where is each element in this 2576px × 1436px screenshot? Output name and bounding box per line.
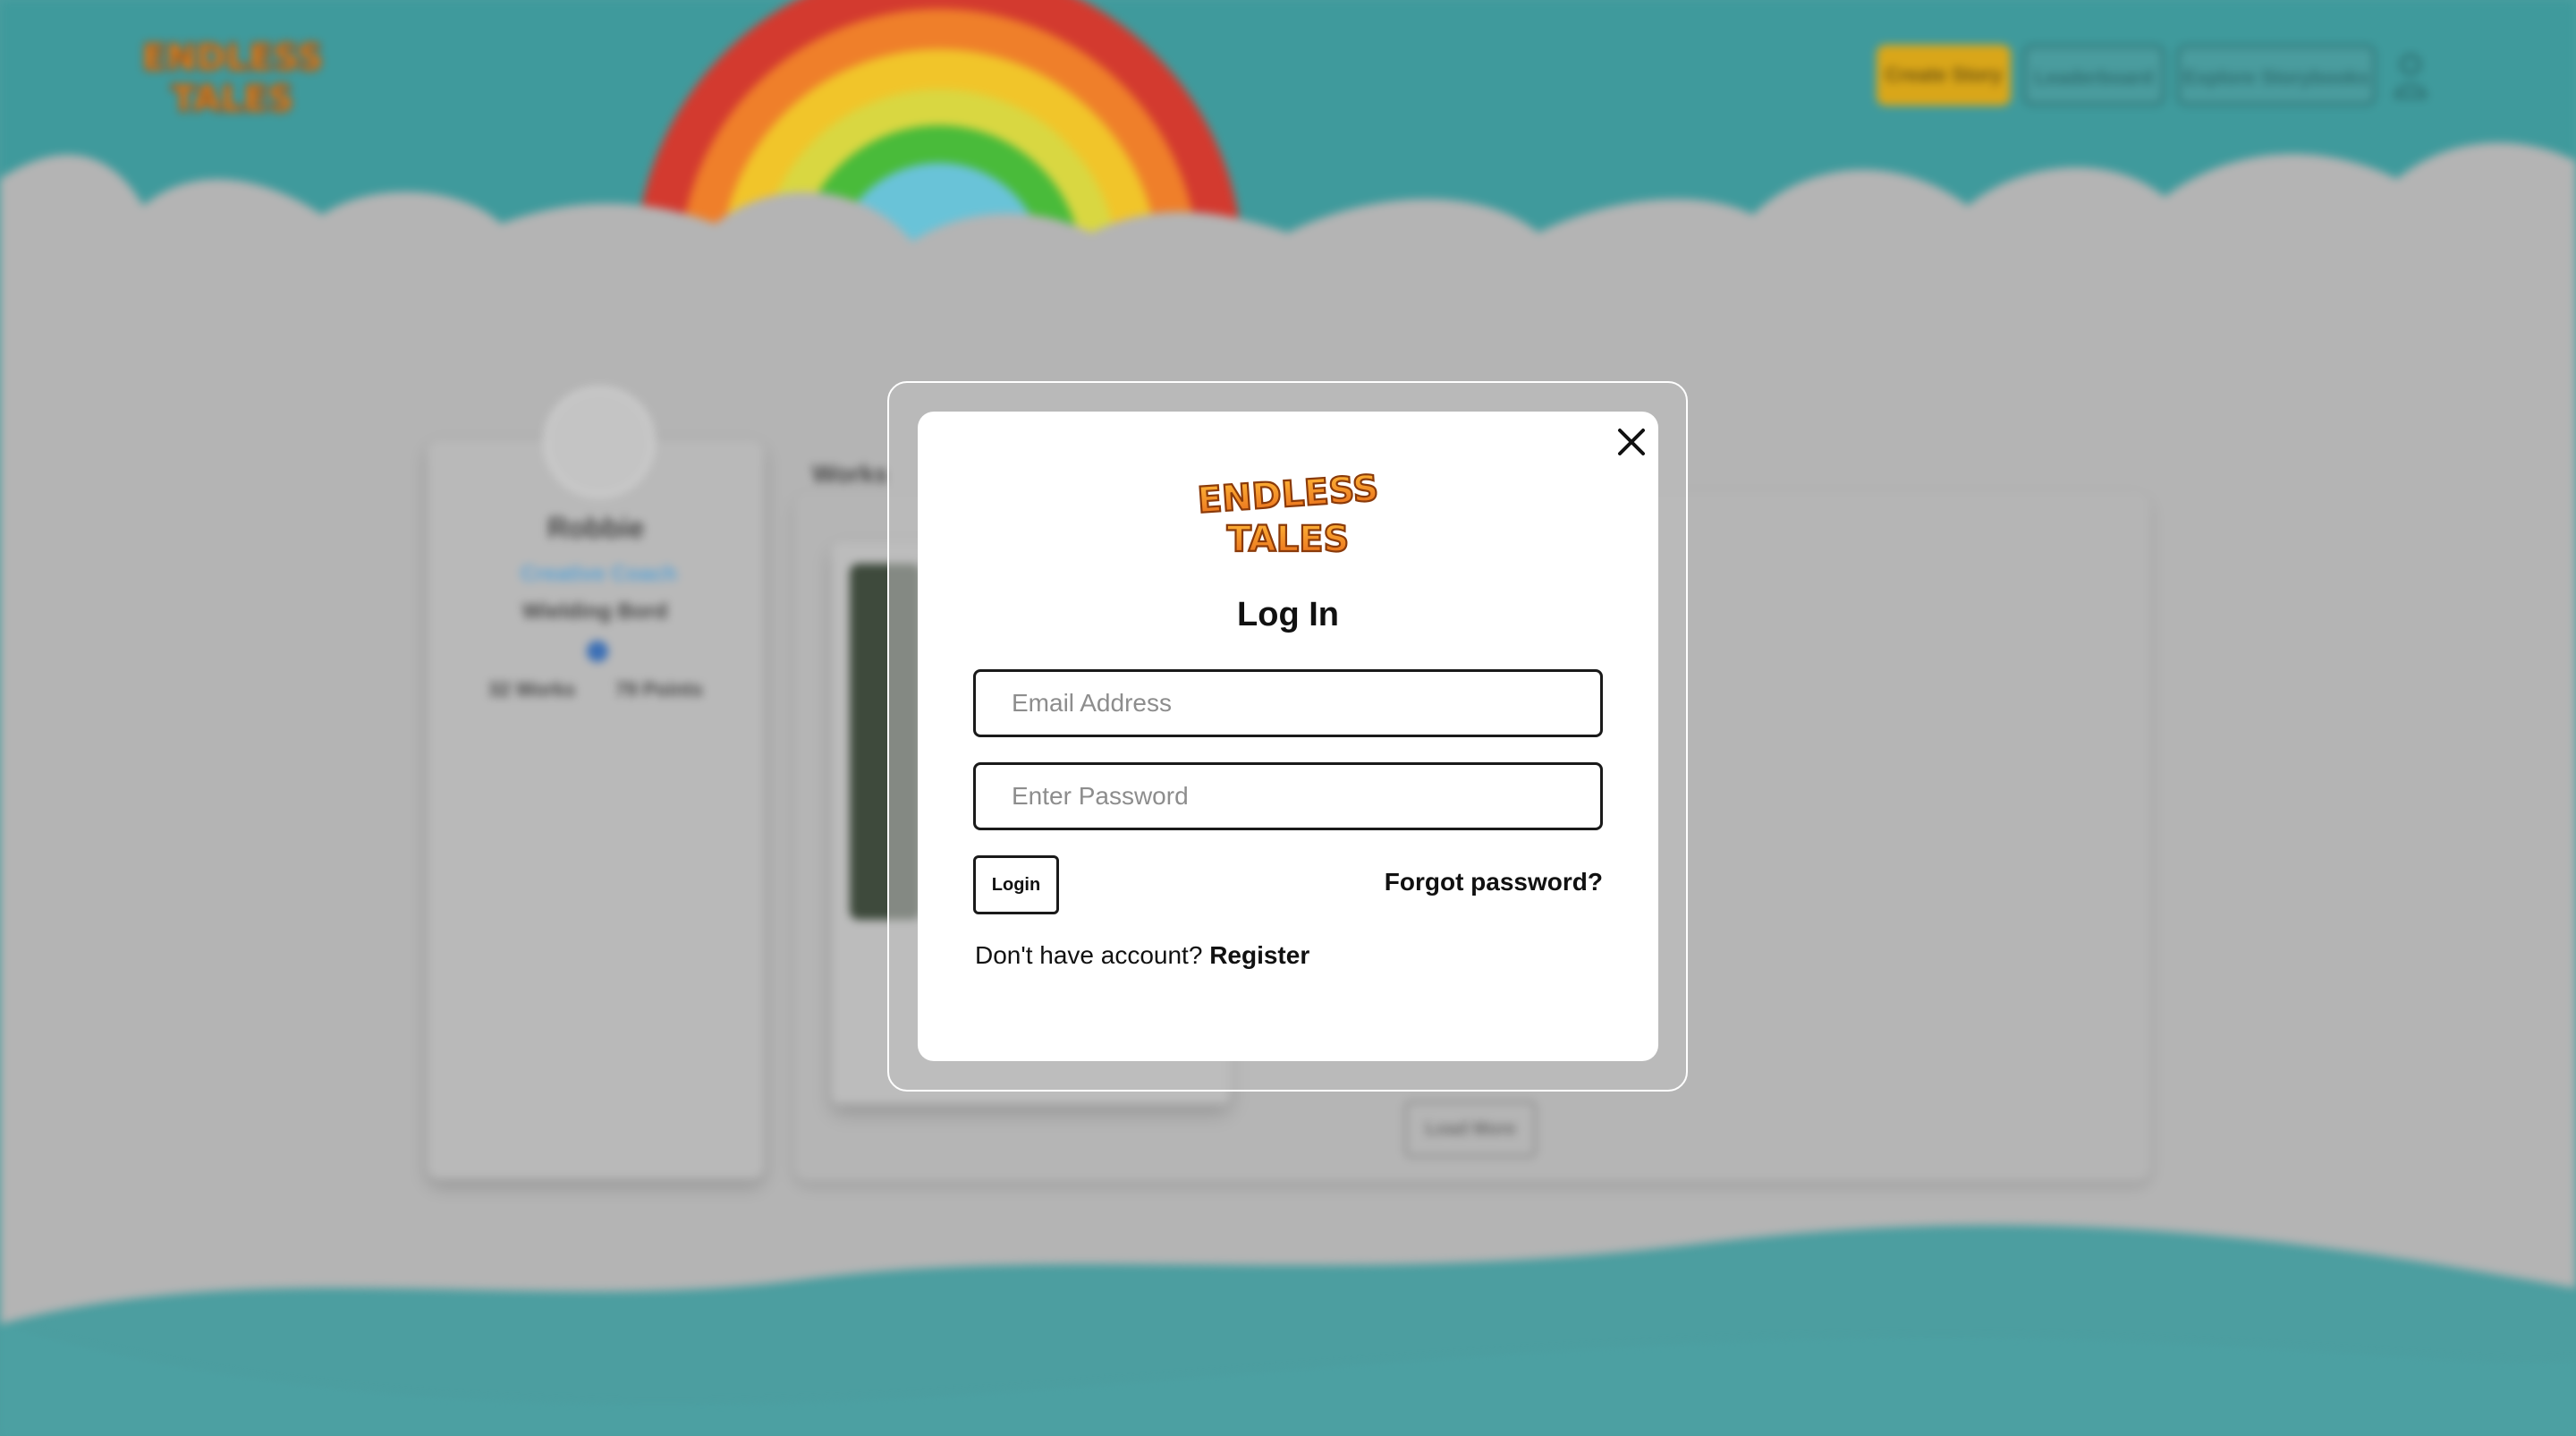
header-logo[interactable]: ENDLESS TALES [143,27,322,125]
works-section-title: Works [812,460,889,488]
password-field[interactable] [973,762,1603,830]
bottom-wave [0,1324,2576,1436]
endless-tales-logo: ENDLESS TALES [1197,467,1379,560]
badge-icon [587,641,608,662]
load-more-button[interactable]: Load More [1404,1100,1537,1158]
login-button[interactable]: Login [973,855,1059,914]
points-count: 79 Points [615,678,703,701]
email-field[interactable] [973,669,1603,737]
svg-text:ENDLESS: ENDLESS [143,38,322,79]
user-icon[interactable] [2393,50,2428,100]
svg-text:TALES: TALES [1227,519,1350,560]
profile-name: Robbie [547,512,645,544]
svg-text:ENDLESS: ENDLESS [1197,468,1379,522]
works-count: 32 Works [488,678,576,701]
explore-storybooks-button[interactable]: Explore Storybooks [2177,45,2376,106]
close-icon [1618,429,1645,455]
no-account-text: Don't have account? [975,941,1203,969]
modal-title: Log In [1237,596,1339,633]
register-prompt: Don't have account? Register [975,941,1309,970]
avatar [544,387,655,497]
close-button[interactable] [1612,422,1651,462]
profile-subtitle: Creative Coach [521,562,677,586]
profile-tagline: Wielding Bord [522,599,668,624]
create-story-button[interactable]: Create Story [1877,45,2011,106]
profile-card [428,440,764,1179]
register-link[interactable]: Register [1209,941,1309,969]
svg-text:TALES: TALES [172,79,294,120]
login-modal: ENDLESS TALES Log In Login Forgot passwo… [918,412,1658,1061]
leaderboard-button[interactable]: Leaderboard [2023,45,2165,106]
forgot-password-link[interactable]: Forgot password? [1385,868,1603,896]
